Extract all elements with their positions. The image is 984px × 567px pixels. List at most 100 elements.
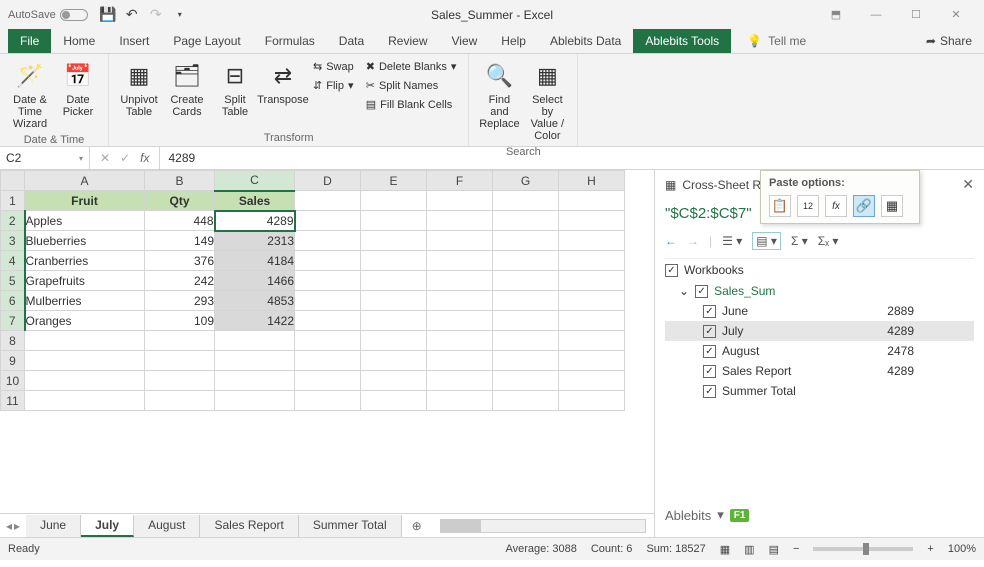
- formula-input[interactable]: 4289: [160, 151, 984, 165]
- sheet-tab-august[interactable]: August: [134, 515, 200, 537]
- tab-file[interactable]: File: [8, 29, 51, 53]
- cell-F11[interactable]: [427, 391, 493, 411]
- cell-D3[interactable]: [295, 231, 361, 251]
- paste-link-icon[interactable]: 🔗: [853, 195, 875, 217]
- paste-format-icon[interactable]: ▦: [881, 195, 903, 217]
- cell-A4[interactable]: Cranberries: [25, 251, 145, 271]
- tab-ablebits-tools[interactable]: Ablebits Tools: [633, 29, 731, 53]
- cell-H4[interactable]: [559, 251, 625, 271]
- cell-F8[interactable]: [427, 331, 493, 351]
- zoom-out-icon[interactable]: −: [793, 543, 799, 555]
- cell-C5[interactable]: 1466: [215, 271, 295, 291]
- cell-H7[interactable]: [559, 311, 625, 331]
- cell-F5[interactable]: [427, 271, 493, 291]
- forward-icon[interactable]: →: [687, 234, 699, 248]
- row-header-6[interactable]: 6: [1, 291, 25, 311]
- cell-G3[interactable]: [493, 231, 559, 251]
- tab-ablebits-data[interactable]: Ablebits Data: [538, 29, 633, 53]
- create-cards-button[interactable]: 🗂 Create Cards: [165, 58, 209, 120]
- spreadsheet-grid[interactable]: ABCDEFGH1FruitQtySales2Apples44842893Blu…: [0, 170, 625, 411]
- maximize-icon[interactable]: ☐: [896, 0, 936, 29]
- tree-sheet-sales-report[interactable]: ✓Sales Report4289: [665, 361, 974, 381]
- split-names-button[interactable]: ✂Split Names: [362, 77, 461, 94]
- cell-E5[interactable]: [361, 271, 427, 291]
- cell-A7[interactable]: Oranges: [25, 311, 145, 331]
- cell-E11[interactable]: [361, 391, 427, 411]
- redo-icon[interactable]: ↷: [148, 7, 164, 23]
- cell-F4[interactable]: [427, 251, 493, 271]
- flip-button[interactable]: ⇵Flip ▾: [309, 77, 358, 94]
- cell-C2[interactable]: 4289: [215, 211, 295, 231]
- qat-dropdown-icon[interactable]: ▾: [172, 7, 188, 23]
- sheet-tab-summer-total[interactable]: Summer Total: [299, 515, 402, 537]
- cell-F1[interactable]: [427, 191, 493, 211]
- col-header-C[interactable]: C: [215, 171, 295, 191]
- horizontal-scrollbar[interactable]: [440, 519, 646, 533]
- sigma-x-icon[interactable]: Σₓ ▾: [818, 234, 839, 248]
- cell-C1[interactable]: Sales: [215, 191, 295, 211]
- cell-C7[interactable]: 1422: [215, 311, 295, 331]
- cell-H10[interactable]: [559, 371, 625, 391]
- save-icon[interactable]: 💾: [100, 7, 116, 23]
- cell-F7[interactable]: [427, 311, 493, 331]
- cell-H11[interactable]: [559, 391, 625, 411]
- date-picker-button[interactable]: 📅 Date Picker: [56, 58, 100, 120]
- fx-icon[interactable]: fx: [140, 151, 149, 165]
- tree-workbook[interactable]: ⌄✓Sales_Sum: [665, 281, 974, 301]
- paste-values-icon[interactable]: 12: [797, 195, 819, 217]
- cell-E2[interactable]: [361, 211, 427, 231]
- tell-me-search[interactable]: 💡 Tell me: [747, 29, 806, 53]
- tree-sheet-summer-total[interactable]: ✓Summer Total: [665, 381, 974, 401]
- cell-B9[interactable]: [145, 351, 215, 371]
- cell-E10[interactable]: [361, 371, 427, 391]
- col-header-G[interactable]: G: [493, 171, 559, 191]
- cell-F10[interactable]: [427, 371, 493, 391]
- row-header-8[interactable]: 8: [1, 331, 25, 351]
- row-header-2[interactable]: 2: [1, 211, 25, 231]
- f1-badge[interactable]: F1: [730, 509, 750, 522]
- list-icon[interactable]: ☰ ▾: [722, 234, 742, 248]
- cell-G8[interactable]: [493, 331, 559, 351]
- cell-F3[interactable]: [427, 231, 493, 251]
- cell-E7[interactable]: [361, 311, 427, 331]
- cell-B10[interactable]: [145, 371, 215, 391]
- cell-D5[interactable]: [295, 271, 361, 291]
- zoom-in-icon[interactable]: +: [927, 543, 933, 555]
- cell-D2[interactable]: [295, 211, 361, 231]
- view-normal-icon[interactable]: ▦: [720, 543, 730, 556]
- unpivot-button[interactable]: ▦ Unpivot Table: [117, 58, 161, 120]
- sheet-tab-june[interactable]: June: [26, 515, 81, 537]
- tree-sheet-july[interactable]: ✓July4289: [665, 321, 974, 341]
- cell-B2[interactable]: 448: [145, 211, 215, 231]
- tab-insert[interactable]: Insert: [107, 29, 161, 53]
- tab-review[interactable]: Review: [376, 29, 439, 53]
- cell-E6[interactable]: [361, 291, 427, 311]
- cell-G1[interactable]: [493, 191, 559, 211]
- cell-B4[interactable]: 376: [145, 251, 215, 271]
- cell-G7[interactable]: [493, 311, 559, 331]
- col-header-F[interactable]: F: [427, 171, 493, 191]
- cell-C10[interactable]: [215, 371, 295, 391]
- cell-A2[interactable]: Apples: [25, 211, 145, 231]
- cell-H5[interactable]: [559, 271, 625, 291]
- cell-F2[interactable]: [427, 211, 493, 231]
- cell-C9[interactable]: [215, 351, 295, 371]
- cell-H2[interactable]: [559, 211, 625, 231]
- row-header-4[interactable]: 4: [1, 251, 25, 271]
- close-icon[interactable]: ✕: [936, 0, 976, 29]
- fill-blank-button[interactable]: ▤Fill Blank Cells: [362, 96, 461, 113]
- cell-H3[interactable]: [559, 231, 625, 251]
- transpose-button[interactable]: ⇄ Transpose: [261, 58, 305, 108]
- cell-C8[interactable]: [215, 331, 295, 351]
- cell-G2[interactable]: [493, 211, 559, 231]
- cell-H6[interactable]: [559, 291, 625, 311]
- cell-C4[interactable]: 4184: [215, 251, 295, 271]
- minimize-icon[interactable]: —: [856, 0, 896, 29]
- cell-H9[interactable]: [559, 351, 625, 371]
- cell-A9[interactable]: [25, 351, 145, 371]
- ribbon-options-icon[interactable]: ⬒: [816, 0, 856, 29]
- prev-sheet-icon[interactable]: ◂: [6, 519, 12, 533]
- sheet-tab-july[interactable]: July: [81, 515, 134, 537]
- tab-formulas[interactable]: Formulas: [253, 29, 327, 53]
- sum-icon[interactable]: Σ ▾: [791, 234, 808, 248]
